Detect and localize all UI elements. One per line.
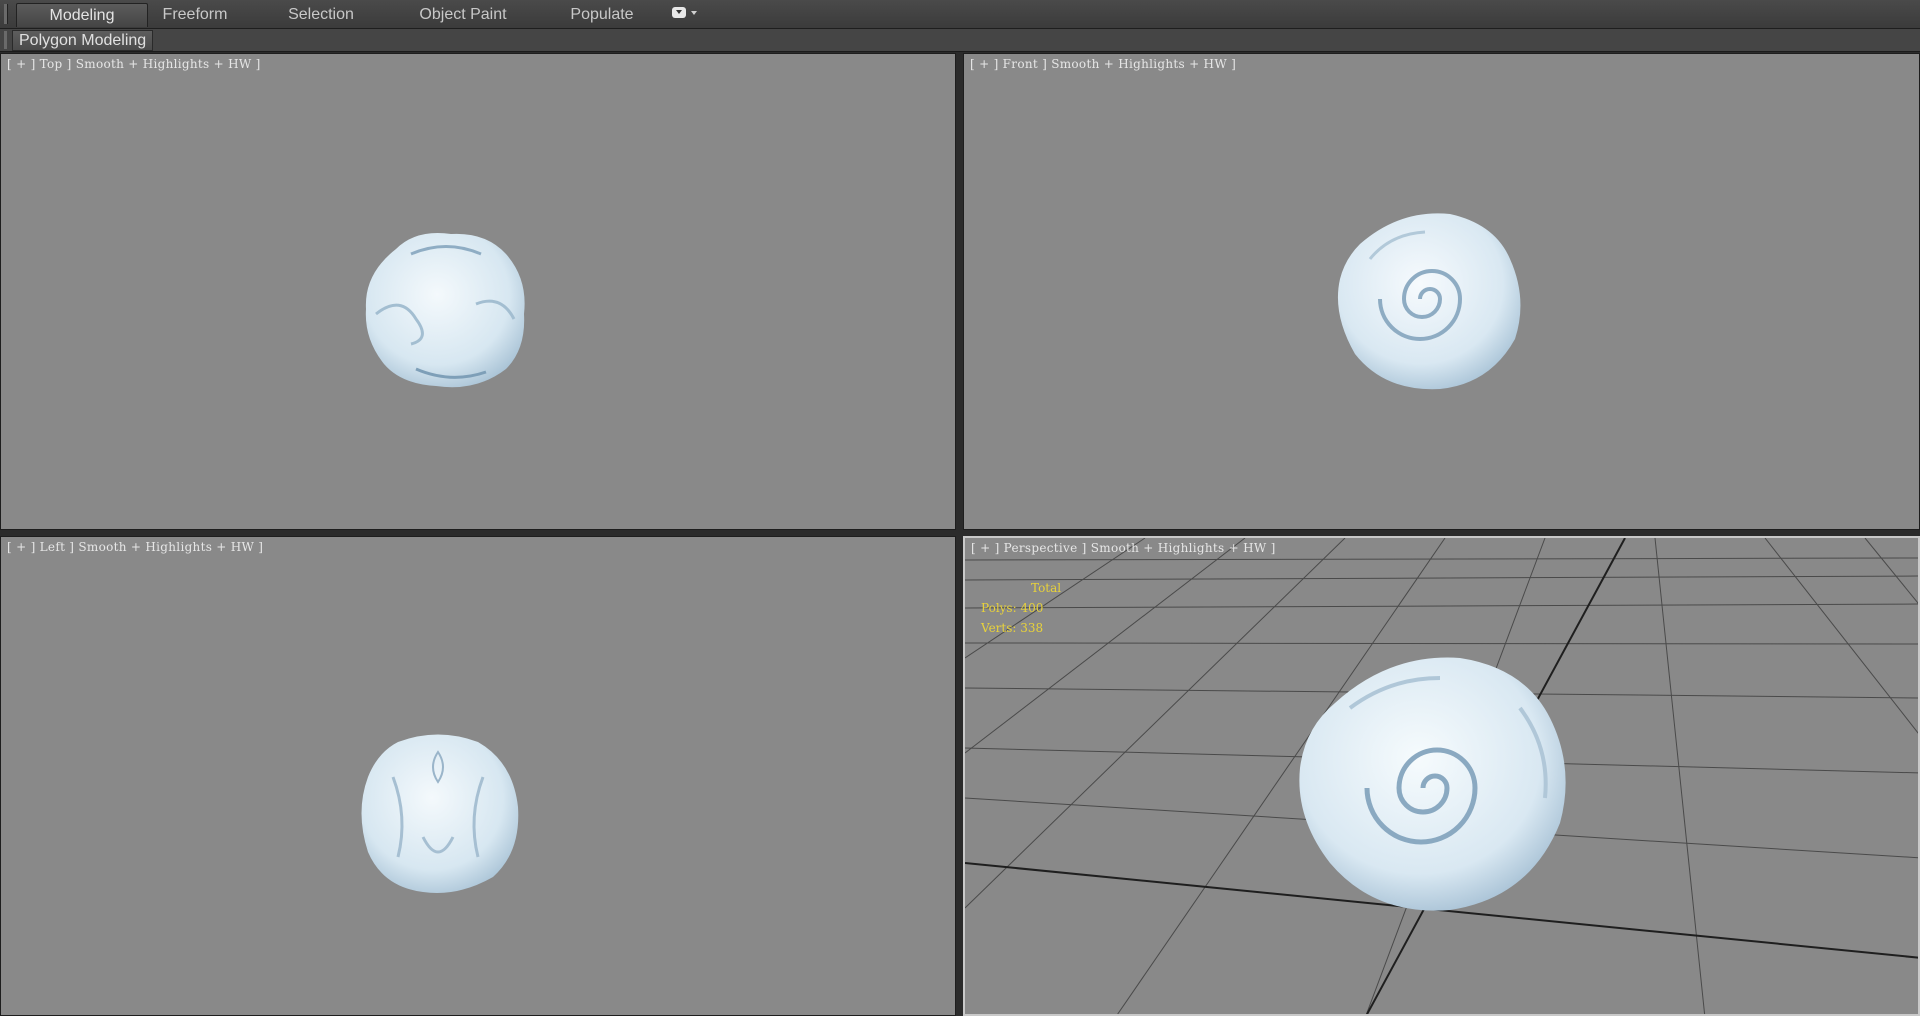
object-left-view[interactable] [353, 727, 528, 897]
viewport-front[interactable]: [ + ] Front ] Smooth + Highlights + HW ] [963, 53, 1920, 530]
viewport-label-left[interactable]: [ + ] Left ] Smooth + Highlights + HW ] [7, 540, 263, 554]
ribbon-tab-bar: Modeling Freeform Selection Object Paint… [0, 0, 1920, 29]
stats-header: Total [1031, 581, 1062, 595]
chevron-down-icon [691, 11, 697, 15]
ribbon-options-box [672, 7, 686, 18]
ribbon-grip[interactable] [4, 4, 8, 24]
tab-selection[interactable]: Selection [276, 3, 366, 26]
viewport-label-top[interactable]: [ + ] Top ] Smooth + Highlights + HW ] [7, 57, 261, 71]
stats-verts: Verts: 338 [981, 621, 1044, 635]
object-front-view[interactable] [1330, 204, 1530, 394]
viewport-perspective[interactable]: [ + ] Perspective ] Smooth + Highlights … [963, 536, 1920, 1016]
viewport-left[interactable]: [ + ] Left ] Smooth + Highlights + HW ] [0, 536, 956, 1016]
tab-freeform[interactable]: Freeform [150, 3, 240, 26]
ribbon-panel-bar: Polygon Modeling [0, 29, 1920, 52]
object-perspective-view[interactable] [1290, 648, 1580, 918]
ribbon-options-icon[interactable] [672, 7, 702, 21]
tab-modeling[interactable]: Modeling [16, 3, 148, 27]
stats-polys: Polys: 400 [981, 601, 1044, 615]
tab-populate[interactable]: Populate [558, 3, 646, 26]
viewport-statistics: Total Polys: 400 Verts: 338 [981, 578, 1061, 638]
max-application-window: Modeling Freeform Selection Object Paint… [0, 0, 1920, 1016]
tab-object-paint[interactable]: Object Paint [408, 3, 518, 26]
panel-polygon-modeling[interactable]: Polygon Modeling [12, 30, 154, 51]
panel-grip[interactable] [4, 31, 7, 49]
viewport-label-front[interactable]: [ + ] Front ] Smooth + Highlights + HW ] [970, 57, 1236, 71]
viewport-top[interactable]: [ + ] Top ] Smooth + Highlights + HW ] [0, 53, 956, 530]
viewport-label-perspective[interactable]: [ + ] Perspective ] Smooth + Highlights … [971, 541, 1276, 555]
object-top-view[interactable] [356, 224, 536, 394]
